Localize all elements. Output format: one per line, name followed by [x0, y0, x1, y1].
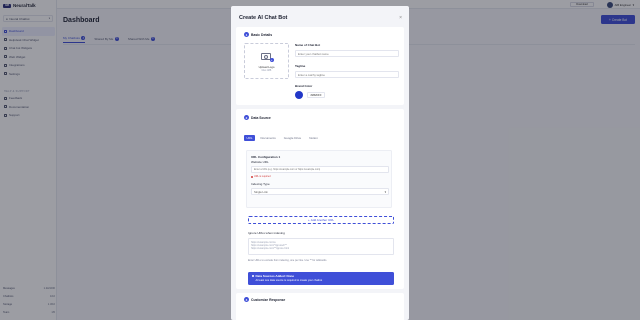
brand-color-swatch[interactable] — [295, 91, 303, 99]
camera-icon: + — [261, 51, 274, 62]
step-number: 1 — [244, 32, 249, 37]
step-number: 3 — [244, 297, 249, 302]
step-title: Customize Response — [251, 297, 286, 302]
plus-icon: + — [307, 218, 310, 222]
create-chatbot-modal: Create AI Chat Bot × 1 Basic Details + U… — [231, 6, 409, 320]
upload-label: Upload Logo — [258, 65, 275, 69]
chatbot-name-input[interactable] — [295, 50, 399, 57]
ignore-urls-label: Ignore URLs when indexing — [248, 231, 285, 235]
add-url-label: Add Another URL — [310, 218, 335, 222]
indexing-type-select[interactable]: Single Link ▾ — [251, 188, 389, 195]
customize-response-card: 3 Customize Response — [236, 293, 404, 320]
step-title: Data Source — [251, 115, 271, 120]
info-icon — [252, 275, 254, 277]
add-url-button[interactable]: + Add Another URL — [248, 216, 394, 224]
brand-color-hex[interactable]: #2B2DFF — [307, 92, 325, 98]
data-source-notice: Data Sources Added: None At least one da… — [248, 272, 394, 285]
tab-documents[interactable]: Documents — [258, 135, 278, 141]
ignore-urls-hint: Enter URLs to exclude from indexing, one… — [248, 259, 328, 262]
close-icon[interactable]: × — [399, 15, 402, 21]
tagline-input[interactable] — [295, 71, 399, 78]
url-error-text: URL is required — [254, 175, 271, 178]
notice-title-text: Data Sources Added: None — [255, 274, 295, 278]
tab-notion[interactable]: Notion — [307, 135, 321, 141]
url-config-panel: URL Configuration 1 Website URL URL is r… — [246, 150, 392, 208]
brand-color-label: Brand Color — [295, 84, 313, 88]
indexing-type-value: Single Link — [254, 189, 268, 194]
url-error: URL is required — [251, 175, 271, 178]
tagline-label: Tagline — [295, 64, 306, 68]
plus-icon: + — [269, 57, 274, 62]
error-icon — [251, 175, 253, 178]
step-header: 3 Customize Response — [244, 297, 285, 302]
upload-limit: Max 2MB — [261, 70, 272, 72]
chevron-down-icon: ▾ — [384, 189, 386, 194]
notice-text: At least one data source is required to … — [255, 279, 323, 282]
tab-url[interactable]: URL — [244, 134, 256, 141]
step-header: 2 Data Source — [244, 115, 271, 120]
step-number: 2 — [244, 115, 249, 120]
step-header: 1 Basic Details — [244, 32, 272, 37]
upload-logo-dropzone[interactable]: + Upload Logo Max 2MB — [244, 43, 289, 79]
step-title: Basic Details — [251, 32, 273, 37]
basic-details-card: 1 Basic Details + Upload Logo Max 2MB Na… — [236, 27, 404, 105]
modal-title: Create AI Chat Bot — [239, 15, 288, 21]
tab-google-drive[interactable]: Google Drive — [281, 135, 304, 141]
data-source-tabs: URL Documents Google Drive Notion — [244, 134, 400, 141]
camera-lens — [264, 55, 268, 59]
website-url-label: Website URL — [251, 160, 269, 164]
url-config-title: URL Configuration 1 — [251, 155, 281, 159]
notice-title: Data Sources Added: None — [252, 274, 390, 278]
ignore-urls-textarea[interactable]: https://example.com/a https://example.co… — [248, 238, 394, 255]
name-label: Name of Chat Bot — [295, 43, 321, 47]
indexing-type-label: Indexing Type — [251, 182, 270, 186]
website-url-input[interactable] — [251, 166, 389, 173]
